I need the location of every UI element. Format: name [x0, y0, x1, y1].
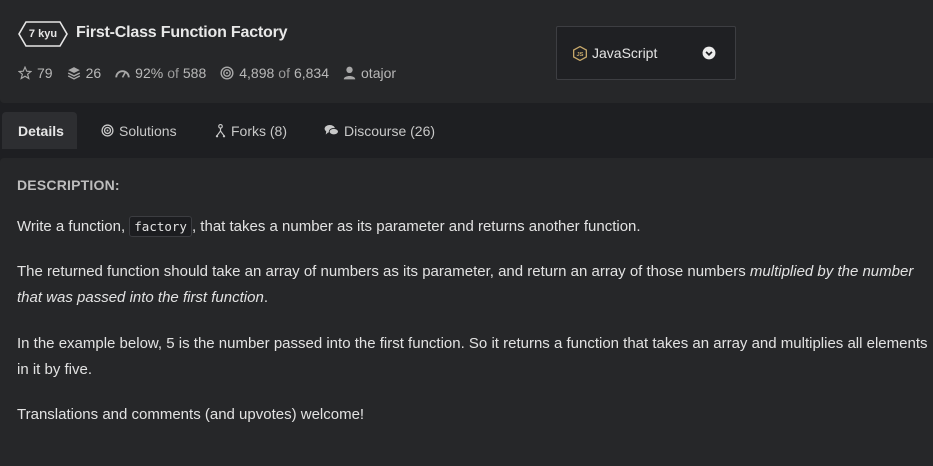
rank-badge: 7 kyu [18, 21, 68, 47]
completed-count: 4,898 [239, 65, 275, 81]
stars-stat[interactable]: 79 [18, 65, 53, 81]
kata-header: 7 kyu First-Class Function Factory 79 26… [0, 0, 933, 103]
nodejs-icon: JS [573, 46, 587, 61]
description-paragraph-1: Write a function, factory, that takes a … [17, 214, 933, 240]
target-icon [101, 124, 114, 137]
satisfaction-of-label: of [167, 65, 179, 81]
completed-of-label: of [278, 65, 290, 81]
description-panel: DESCRIPTION: Write a function, factory, … [0, 158, 933, 466]
rank-label: 7 kyu [28, 28, 58, 40]
p3-line-2: in it by five. [17, 361, 93, 378]
description-heading: DESCRIPTION: [17, 177, 120, 193]
target-icon [220, 66, 234, 80]
p3-line-1: In the example below, 5 is the number pa… [17, 335, 928, 352]
chat-bubbles-icon [324, 125, 339, 136]
tab-solutions[interactable]: Solutions [85, 112, 193, 149]
language-label: JavaScript [592, 45, 658, 61]
p1-text-end: , that takes a number as its parameter a… [191, 218, 641, 235]
user-icon [343, 66, 356, 80]
satisfaction-total: 588 [182, 65, 207, 81]
completed-stat: 4,898 of 6,834 [220, 65, 329, 81]
collections-stat[interactable]: 26 [67, 65, 102, 81]
satisfaction-stat: 92% of 588 [115, 65, 206, 81]
layers-icon [67, 67, 80, 80]
p2-emphasis-start: multiplied by the number [749, 263, 914, 280]
p2-line-1: The returned function should take an arr… [17, 259, 933, 285]
description-paragraph-2: The returned function should take an arr… [17, 259, 933, 311]
tab-forks[interactable]: Forks (8) [199, 112, 303, 149]
kata-stats: 79 26 92% of 588 4,898 of 6,834 otajor [18, 64, 410, 82]
collections-count: 26 [85, 65, 102, 81]
satisfaction-gauge-icon [115, 70, 130, 78]
language-selector[interactable]: JS JavaScript [556, 26, 736, 80]
tab-details[interactable]: Details [2, 112, 77, 149]
tab-discourse[interactable]: Discourse (26) [308, 112, 451, 149]
tab-discourse-label: Discourse (26) [344, 122, 436, 139]
svg-text:JS: JS [576, 52, 583, 58]
description-paragraph-3: In the example below, 5 is the number pa… [17, 331, 933, 383]
p1-text-start: Write a function, [17, 218, 130, 235]
kata-title[interactable]: First-Class Function Factory [76, 24, 288, 42]
p2-line-2: that was passed into the first function. [17, 285, 933, 311]
author-stat[interactable]: otajor [343, 65, 396, 81]
kata-tabs: Details Solutions Forks (8) Discourse (2… [0, 110, 933, 152]
factory-code: factory [129, 216, 192, 237]
completed-total: 6,834 [293, 65, 330, 81]
satisfaction-percent: 92% [135, 65, 164, 81]
star-icon [18, 66, 32, 80]
chevron-down-icon[interactable] [702, 46, 716, 60]
tab-solutions-label: Solutions [119, 122, 177, 139]
p2-text-end: . [263, 289, 268, 306]
fork-icon [215, 123, 226, 137]
tab-details-label: Details [18, 122, 64, 139]
p2-text-start: The returned function should take an arr… [17, 263, 750, 280]
description-paragraph-4: Translations and comments (and upvotes) … [17, 406, 365, 423]
tab-forks-label: Forks (8) [231, 122, 287, 139]
stars-count: 79 [37, 65, 53, 81]
p2-emphasis-end: that was passed into the first function [17, 289, 264, 306]
author-name[interactable]: otajor [361, 65, 396, 81]
